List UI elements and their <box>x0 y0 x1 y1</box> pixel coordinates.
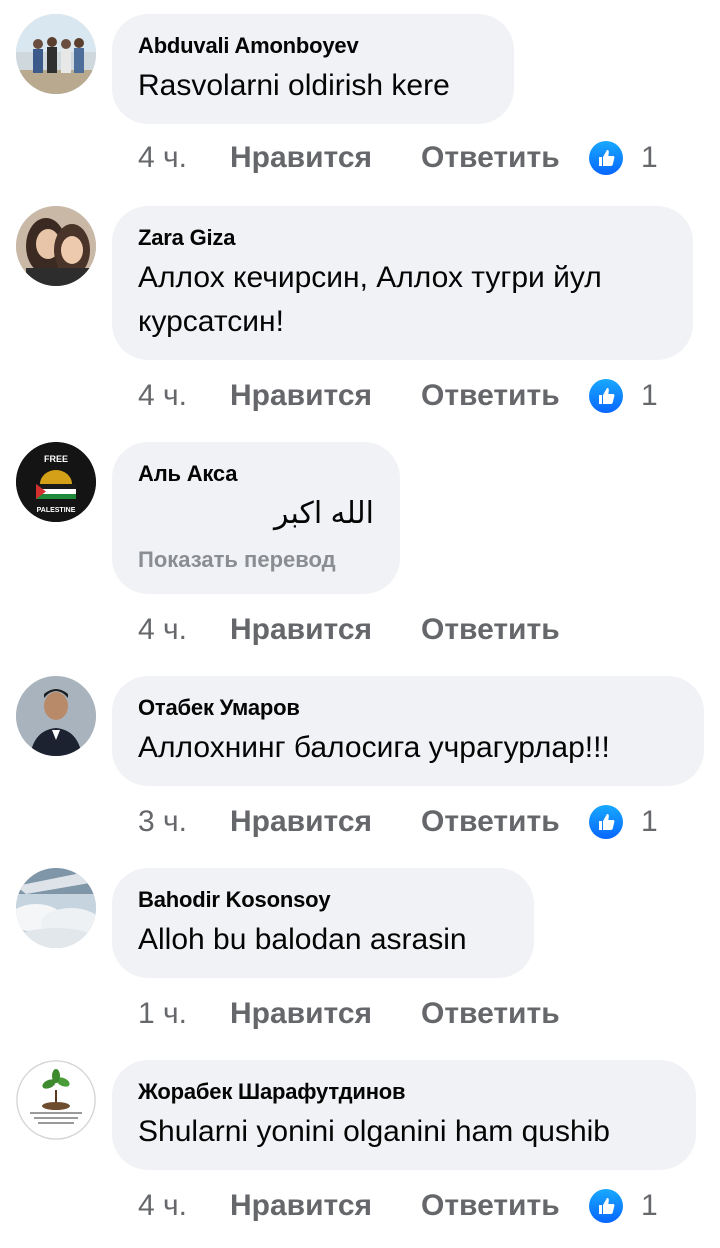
avatar[interactable] <box>16 676 96 756</box>
comment-bubble: Отабек Умаров Аллохнинг балосига учрагур… <box>112 676 704 786</box>
comment-time[interactable]: 3 ч. <box>138 805 230 839</box>
reply-button[interactable]: Ответить <box>421 141 589 175</box>
reply-button[interactable]: Ответить <box>421 1189 589 1223</box>
comment-text: Аллох кечирсин, Аллох тугри йул курсатси… <box>138 261 602 338</box>
show-translation-link[interactable]: Показать перевод <box>138 546 374 574</box>
avatar[interactable] <box>16 1060 96 1140</box>
thumbs-up-icon <box>589 805 623 839</box>
like-button[interactable]: Нравится <box>230 141 421 175</box>
comment-bubble: Жорабек Шарафутдинов Shularni yonini olg… <box>112 1060 696 1170</box>
avatar-text: PALESTINE <box>37 507 76 514</box>
comment-actions: 1 ч. Нравится Ответить <box>138 994 589 1034</box>
comment-author[interactable]: Аль Акса <box>138 460 374 488</box>
comment-author[interactable]: Отабек Умаров <box>138 694 678 722</box>
comment-bubble: Abduvali Amonboyev Rasvolarni oldirish k… <box>112 14 514 124</box>
like-button[interactable]: Нравится <box>230 1189 421 1223</box>
avatar[interactable]: FREE PALESTINE <box>16 442 96 522</box>
reaction-count: 1 <box>641 141 658 174</box>
comment-author[interactable]: Abduvali Amonboyev <box>138 32 488 60</box>
avatar[interactable] <box>16 14 96 94</box>
reaction-summary[interactable]: 1 <box>589 379 658 413</box>
avatar[interactable] <box>16 868 96 948</box>
comment-text: Rasvolarni oldirish kere <box>138 69 450 102</box>
reply-button[interactable]: Ответить <box>421 379 589 413</box>
comment-actions: 3 ч. Нравится Ответить 1 <box>138 802 658 842</box>
reaction-summary[interactable]: 1 <box>589 1189 658 1223</box>
comment-bubble: Bahodir Kosonsoy Alloh bu balodan asrasi… <box>112 868 534 978</box>
avatar[interactable] <box>16 206 96 286</box>
like-button[interactable]: Нравится <box>230 613 421 647</box>
thumbs-up-icon <box>589 379 623 413</box>
avatar-text: FREE <box>44 454 68 464</box>
comment-actions: 4 ч. Нравится Ответить <box>138 610 589 650</box>
comment-author[interactable]: Жорабек Шарафутдинов <box>138 1078 670 1106</box>
comment-author[interactable]: Bahodir Kosonsoy <box>138 886 508 914</box>
comment-bubble: Аль Акса الله اكبر Показать перевод <box>112 442 400 594</box>
reply-button[interactable]: Ответить <box>421 805 589 839</box>
thumbs-up-icon <box>589 1189 623 1223</box>
comment-author[interactable]: Zara Giza <box>138 224 667 252</box>
comment-time[interactable]: 1 ч. <box>138 997 230 1031</box>
comment-actions: 4 ч. Нравится Ответить 1 <box>138 1186 658 1226</box>
comment-time[interactable]: 4 ч. <box>138 1189 230 1223</box>
comment-time[interactable]: 4 ч. <box>138 613 230 647</box>
comment-time[interactable]: 4 ч. <box>138 379 230 413</box>
like-button[interactable]: Нравится <box>230 805 421 839</box>
like-button[interactable]: Нравится <box>230 997 421 1031</box>
reaction-count: 1 <box>641 379 658 412</box>
comment-text: Shularni yonini olganini ham qushib <box>138 1115 610 1148</box>
comment-text: الله اكبر <box>273 497 374 530</box>
like-button[interactable]: Нравится <box>230 379 421 413</box>
reaction-count: 1 <box>641 805 658 838</box>
comment-actions: 4 ч. Нравится Ответить 1 <box>138 138 658 178</box>
comment-bubble: Zara Giza Аллох кечирсин, Аллох тугри йу… <box>112 206 693 360</box>
comment-text: Аллохнинг балосига учрагурлар!!! <box>138 731 610 764</box>
reaction-count: 1 <box>641 1189 658 1222</box>
reply-button[interactable]: Ответить <box>421 613 589 647</box>
thumbs-up-icon <box>589 141 623 175</box>
reaction-summary[interactable]: 1 <box>589 141 658 175</box>
comment-time[interactable]: 4 ч. <box>138 141 230 175</box>
reply-button[interactable]: Ответить <box>421 997 589 1031</box>
reaction-summary[interactable]: 1 <box>589 805 658 839</box>
comment-text: Alloh bu balodan asrasin <box>138 923 467 956</box>
comment-actions: 4 ч. Нравится Ответить 1 <box>138 376 658 416</box>
